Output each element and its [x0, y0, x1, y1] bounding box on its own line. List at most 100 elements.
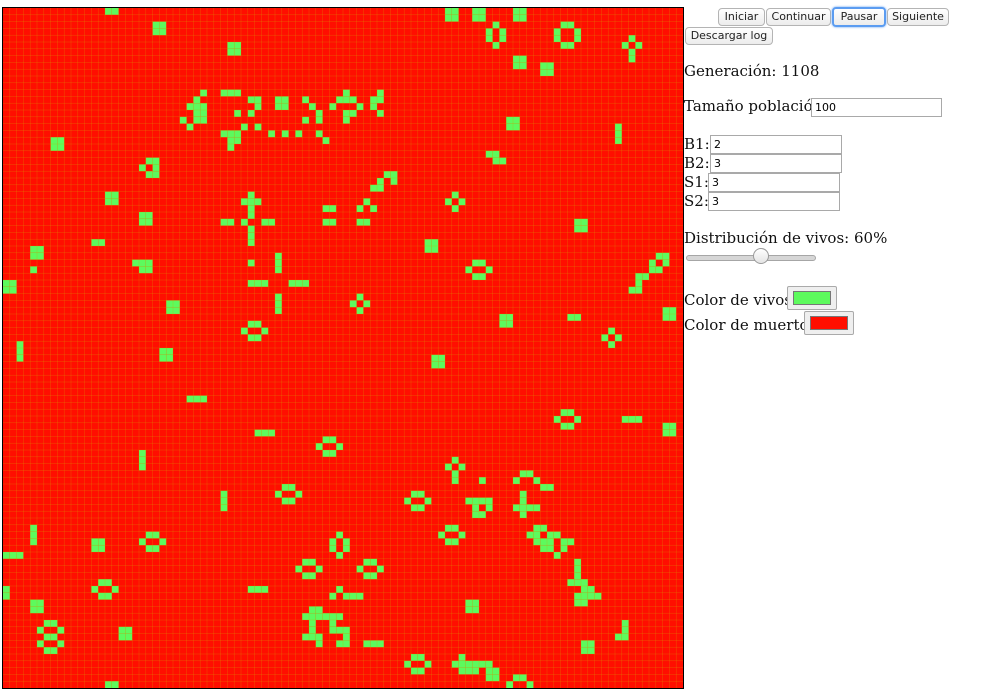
alive-cell[interactable] — [533, 538, 541, 546]
alive-cell[interactable] — [9, 280, 17, 287]
alive-cell[interactable] — [111, 8, 119, 15]
alive-cell[interactable] — [628, 55, 636, 63]
alive-cell[interactable] — [635, 280, 643, 287]
alive-cell[interactable] — [145, 259, 153, 267]
alive-cell[interactable] — [200, 110, 207, 117]
alive-cell[interactable] — [506, 681, 513, 688]
pause-button[interactable]: Pausar — [832, 7, 886, 27]
alive-cell[interactable] — [329, 620, 337, 627]
alive-cell[interactable] — [329, 205, 337, 212]
distribution-slider-thumb[interactable] — [753, 248, 770, 264]
alive-cell[interactable] — [186, 395, 194, 403]
alive-cell[interactable] — [125, 626, 133, 634]
alive-cell[interactable] — [111, 198, 119, 206]
alive-cell[interactable] — [50, 647, 58, 654]
alive-cell[interactable] — [343, 626, 350, 634]
alive-cell[interactable] — [506, 320, 513, 328]
alive-cell[interactable] — [363, 572, 371, 580]
alive-cell[interactable] — [145, 218, 153, 226]
alive-cell[interactable] — [322, 218, 330, 226]
game-board[interactable] — [2, 7, 684, 689]
alive-cell[interactable] — [281, 103, 289, 110]
alive-cell[interactable] — [91, 538, 99, 546]
alive-cell[interactable] — [377, 96, 384, 104]
alive-cell[interactable] — [662, 307, 670, 314]
alive-cell[interactable] — [547, 538, 554, 546]
alive-cell[interactable] — [581, 579, 588, 586]
alive-cell[interactable] — [377, 184, 384, 192]
alive-cell[interactable] — [567, 21, 575, 29]
alive-cell[interactable] — [295, 280, 303, 287]
alive-cell[interactable] — [302, 280, 309, 287]
alive-cell[interactable] — [615, 334, 622, 342]
alive-cell[interactable] — [302, 96, 309, 104]
alive-cell[interactable] — [608, 341, 615, 348]
alive-cell[interactable] — [268, 130, 275, 138]
alive-cell[interactable] — [254, 429, 262, 437]
alive-cell[interactable] — [540, 524, 547, 532]
alive-cell[interactable] — [445, 463, 452, 471]
alive-cell[interactable] — [200, 103, 207, 110]
alive-cell[interactable] — [315, 130, 323, 138]
alive-cell[interactable] — [499, 320, 507, 328]
alive-cell[interactable] — [465, 497, 473, 505]
alive-cell[interactable] — [247, 334, 255, 342]
alive-cell[interactable] — [30, 266, 37, 274]
alive-cell[interactable] — [485, 667, 493, 675]
alive-cell[interactable] — [193, 395, 201, 403]
alive-cell[interactable] — [173, 300, 180, 308]
alive-cell[interactable] — [220, 130, 228, 138]
alive-cell[interactable] — [492, 157, 500, 165]
alive-cell[interactable] — [227, 89, 235, 97]
alive-cell[interactable] — [309, 606, 316, 614]
alive-cell[interactable] — [540, 484, 547, 491]
alive-cell[interactable] — [349, 96, 357, 104]
alive-cell[interactable] — [315, 606, 323, 614]
alive-cell[interactable] — [547, 69, 554, 76]
alive-cell[interactable] — [669, 429, 677, 437]
alive-cell[interactable] — [139, 450, 146, 457]
alive-cell[interactable] — [234, 89, 241, 97]
alive-cell[interactable] — [587, 586, 595, 593]
alive-cell[interactable] — [98, 239, 105, 246]
alive-cell[interactable] — [145, 266, 153, 274]
alive-cell[interactable] — [91, 239, 99, 246]
alive-cell[interactable] — [519, 55, 527, 63]
alive-cell[interactable] — [567, 422, 575, 430]
alive-cell[interactable] — [145, 157, 153, 165]
alive-cell[interactable] — [458, 463, 466, 471]
alive-cell[interactable] — [315, 565, 323, 573]
alive-cell[interactable] — [431, 246, 439, 253]
alive-cell[interactable] — [288, 280, 296, 287]
alive-cell[interactable] — [247, 280, 255, 287]
alive-cell[interactable] — [322, 205, 330, 212]
alive-cell[interactable] — [234, 137, 241, 144]
alive-cell[interactable] — [275, 103, 282, 110]
b2-input[interactable] — [710, 154, 842, 173]
alive-cell[interactable] — [485, 266, 493, 274]
alive-cell[interactable] — [363, 640, 371, 648]
alive-cell[interactable] — [472, 8, 479, 15]
alive-cell[interactable] — [295, 565, 303, 573]
alive-cell[interactable] — [322, 436, 330, 444]
alive-cell[interactable] — [254, 198, 262, 206]
alive-cell[interactable] — [343, 89, 350, 97]
alive-cell[interactable] — [111, 586, 119, 593]
alive-cell[interactable] — [628, 416, 636, 423]
alive-cell[interactable] — [105, 681, 112, 688]
alive-cell[interactable] — [118, 633, 126, 641]
alive-cell[interactable] — [227, 130, 235, 138]
alive-cell[interactable] — [458, 660, 466, 668]
alive-cell[interactable] — [513, 123, 520, 131]
alive-cell[interactable] — [159, 21, 167, 29]
alive-cell[interactable] — [336, 613, 343, 620]
alive-cell[interactable] — [200, 395, 207, 403]
alive-cell[interactable] — [669, 314, 677, 321]
alive-cell[interactable] — [200, 89, 207, 97]
alive-cell[interactable] — [553, 416, 561, 423]
alive-cell[interactable] — [329, 450, 337, 457]
alive-cell[interactable] — [30, 538, 37, 546]
alive-cell[interactable] — [451, 538, 459, 546]
s1-input[interactable] — [708, 173, 840, 192]
alive-cell[interactable] — [329, 436, 337, 444]
